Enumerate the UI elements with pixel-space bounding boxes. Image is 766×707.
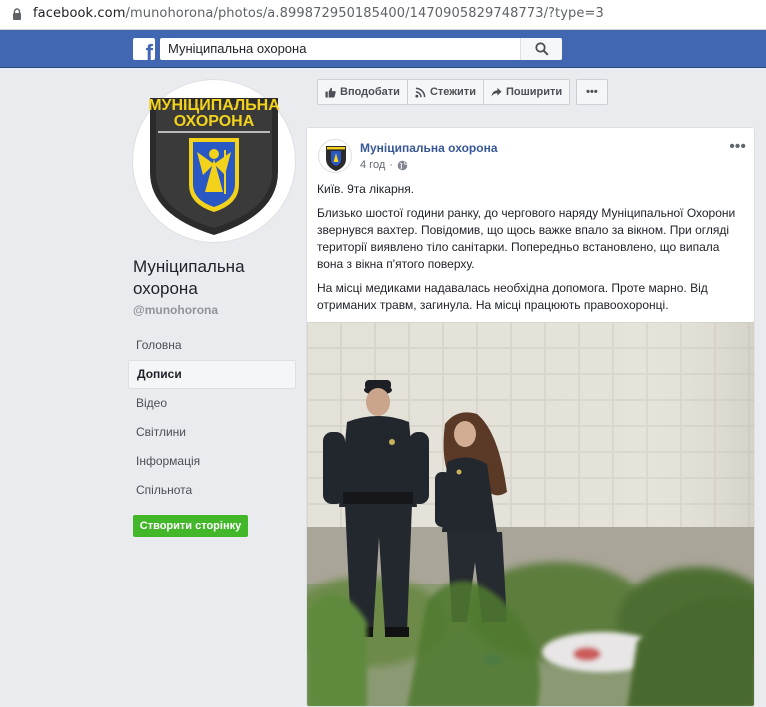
nav-item-videos[interactable]: Відео	[128, 389, 296, 418]
url-text[interactable]: facebook.com/munohorona/photos/a.8998729…	[33, 6, 604, 21]
share-button[interactable]: Поширити	[482, 79, 571, 105]
page-avatar[interactable]: МУНІЦИПАЛЬНА ОХОРОНА	[133, 80, 295, 242]
page-nav: Головна Дописи Відео Світлини Інформація…	[128, 331, 296, 505]
nav-item-about[interactable]: Інформація	[128, 447, 296, 476]
facebook-header: f Муніципальна охорона	[0, 30, 766, 68]
svg-text:ОХОРОНА: ОХОРОНА	[174, 113, 255, 130]
post-options-button[interactable]: •••	[729, 138, 746, 156]
share-arrow-icon	[491, 87, 502, 97]
post-paragraph: На місці медиками надавалась необхідна д…	[317, 281, 708, 312]
municipal-guard-shield-logo	[326, 146, 346, 171]
search-box[interactable]: Муніципальна охорона	[160, 38, 562, 60]
globe-icon	[397, 160, 408, 170]
like-label: Вподобати	[340, 86, 400, 98]
search-icon	[535, 42, 549, 56]
post-paragraph: Близько шостої години ранку, до черговог…	[317, 206, 736, 271]
post-time-text: 4 год	[360, 159, 386, 171]
svg-text:МУНІЦИПАЛЬНА: МУНІЦИПАЛЬНА	[148, 97, 280, 114]
lock-icon	[13, 8, 21, 20]
post-author-name[interactable]: Муніципальна охорона	[360, 141, 498, 155]
create-page-button[interactable]: Створити сторінку	[133, 515, 248, 537]
page-name[interactable]: Муніципальна охорона	[133, 256, 293, 300]
nav-item-photos[interactable]: Світлини	[128, 418, 296, 447]
post-paragraph: Київ. 9та лікарня.	[317, 182, 415, 196]
nav-item-posts[interactable]: Дописи	[128, 360, 296, 389]
search-button[interactable]	[520, 38, 562, 60]
thumbs-up-icon	[325, 87, 336, 98]
browser-address-bar[interactable]: facebook.com/munohorona/photos/a.8998729…	[0, 0, 766, 30]
nav-item-home[interactable]: Головна	[128, 331, 296, 360]
page-handle[interactable]: @munohorona	[133, 303, 218, 317]
nav-item-community[interactable]: Спільнота	[128, 476, 296, 505]
facebook-logo-icon[interactable]: f	[133, 38, 155, 60]
share-label: Поширити	[505, 86, 563, 98]
page-action-bar: Вподобати Стежити Поширити •••	[317, 79, 608, 105]
post-body: Київ. 9та лікарня. Близько шостої години…	[317, 181, 747, 321]
like-button[interactable]: Вподобати	[317, 79, 408, 105]
search-input[interactable]: Муніципальна охорона	[168, 41, 306, 56]
municipal-guard-shield-logo: МУНІЦИПАЛЬНА ОХОРОНА	[148, 97, 280, 235]
post-timestamp[interactable]: 4 год ·	[360, 159, 408, 171]
rss-icon	[415, 87, 426, 98]
follow-button[interactable]: Стежити	[406, 79, 484, 105]
post-card: Муніципальна охорона 4 год · ••• Київ. 9…	[306, 127, 755, 707]
more-actions-button[interactable]: •••	[576, 79, 608, 105]
post-photo[interactable]	[307, 322, 755, 707]
post-author-avatar[interactable]	[318, 139, 352, 173]
follow-label: Стежити	[429, 86, 476, 98]
